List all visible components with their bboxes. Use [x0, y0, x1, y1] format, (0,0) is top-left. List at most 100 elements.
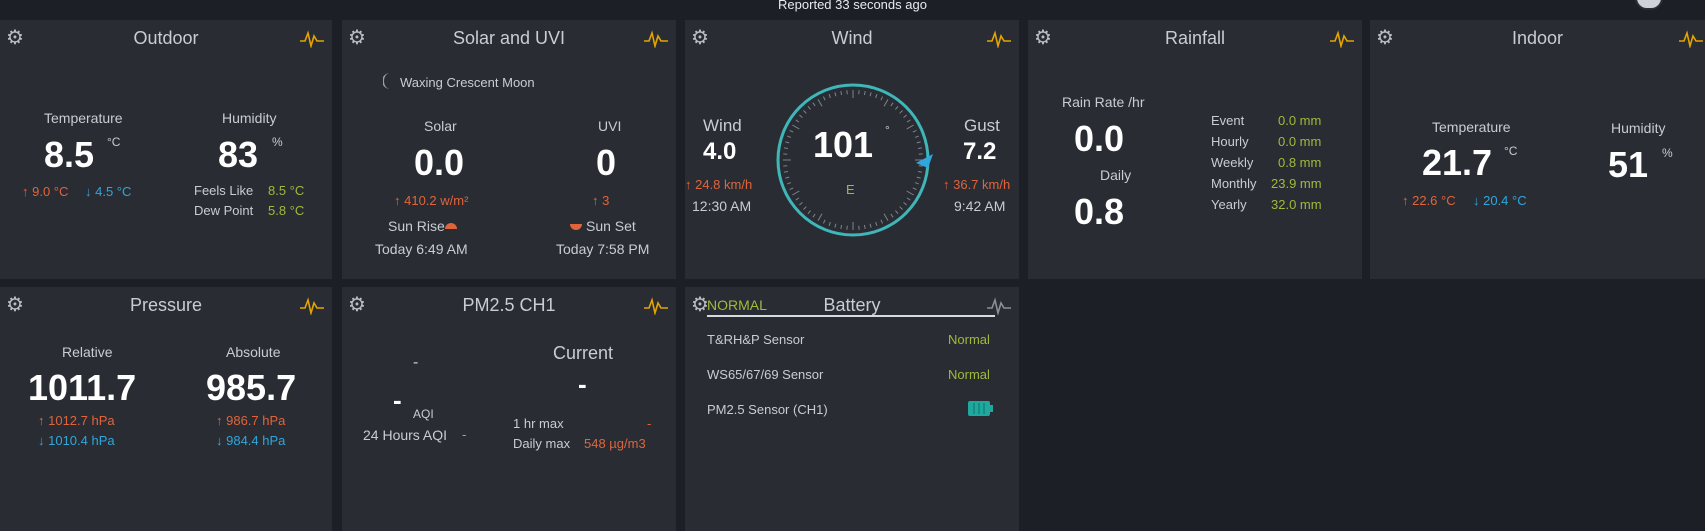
chart-pulse-icon[interactable]: [644, 30, 668, 48]
weekly-value: 0.8 mm: [1278, 155, 1322, 170]
current-label: Current: [553, 343, 614, 363]
humidity-label: Humidity: [1611, 120, 1666, 136]
hourly-value: 0.0 mm: [1278, 134, 1322, 149]
direction-value: 101: [813, 124, 874, 165]
gust-time: 9:42 AM: [954, 198, 1006, 214]
battery-status: NORMAL: [707, 297, 767, 313]
chart-pulse-icon[interactable]: [987, 30, 1011, 48]
gust-label: Gust: [964, 116, 1000, 135]
temp-unit: °C: [107, 135, 121, 149]
dew-point-value: 5.8 °C: [268, 203, 305, 218]
monthly-value: 23.9 mm: [1271, 176, 1322, 191]
daily-label: Daily: [1100, 167, 1132, 183]
card-title: Rainfall: [1164, 28, 1226, 48]
hr-max-value: -: [647, 416, 652, 431]
hourly-label: Hourly: [1211, 134, 1249, 149]
relative-high: ↑ 1012.7 hPa: [38, 413, 115, 428]
daily-max-label: Daily max: [513, 436, 571, 451]
gust-value: 7.2: [963, 138, 997, 165]
yearly-value: 32.0 mm: [1271, 197, 1322, 212]
sensor-label: WS65/67/69 Sensor: [707, 367, 824, 382]
relative-value: 1011.7: [28, 367, 137, 408]
chart-pulse-icon[interactable]: [1679, 30, 1703, 48]
humidity-unit: %: [272, 135, 283, 149]
aqi-top: -: [413, 354, 419, 371]
absolute-low: ↓ 984.4 hPa: [216, 433, 286, 448]
chart-pulse-icon[interactable]: [300, 30, 324, 48]
chart-pulse-icon[interactable]: [644, 297, 668, 315]
temp-high: ↑ 22.6 °C: [1402, 193, 1456, 208]
rainfall-card: ⚙ Rainfall Rain Rate /hr 0.0 Daily 0.8 E…: [1028, 20, 1362, 279]
temp-low: ↓ 20.4 °C: [1473, 193, 1527, 208]
temp-low: ↓ 4.5 °C: [85, 184, 132, 199]
solar-card: ⚙ Solar and UVI Waxing Crescent Moon Sol…: [342, 20, 676, 279]
weekly-label: Weekly: [1211, 155, 1254, 170]
absolute-label: Absolute: [226, 344, 281, 360]
battery-card: ⚙ Battery NORMAL T&RH&P Sensor Normal WS…: [685, 287, 1019, 531]
wind-max: ↑ 24.8 km/h: [685, 177, 753, 192]
card-title: Outdoor: [133, 28, 199, 48]
solar-label: Solar: [424, 118, 457, 134]
chart-pulse-icon[interactable]: [987, 297, 1011, 315]
monthly-label: Monthly: [1211, 176, 1257, 191]
aqi24-label: 24 Hours AQI: [363, 427, 448, 443]
humidity-label: Humidity: [222, 110, 277, 126]
uvi-value: 0: [596, 142, 617, 183]
card-title: Pressure: [129, 295, 203, 315]
absolute-value: 985.7: [206, 367, 297, 408]
battery-icon: [968, 401, 993, 416]
humidity-unit: %: [1662, 146, 1673, 160]
uvi-label: UVI: [598, 118, 622, 134]
card-title: PM2.5 CH1: [462, 295, 556, 315]
chart-pulse-icon[interactable]: [300, 297, 324, 315]
wind-time: 12:30 AM: [692, 198, 752, 214]
event-label: Event: [1211, 113, 1245, 128]
relative-label: Relative: [62, 344, 113, 360]
indoor-card: ⚙ Indoor Temperature 21.7 °C ↑ 22.6 °C ↓…: [1370, 20, 1705, 279]
wind-direction-arrow: [916, 154, 933, 168]
event-value: 0.0 mm: [1278, 113, 1322, 128]
outdoor-card: ⚙ Outdoor Temperature 8.5 °C ↑ 9.0 °C ↓ …: [0, 20, 332, 279]
temp-label: Temperature: [1432, 119, 1511, 135]
solar-max: ↑ 410.2 w/m²: [394, 193, 469, 208]
top-bar: Reported 33 seconds ago: [0, 0, 1705, 14]
daily-max-value: 548 µg/m3: [584, 436, 646, 451]
sunrise-icon: [445, 223, 457, 229]
card-title: Solar and UVI: [452, 28, 566, 48]
card-title: Wind: [831, 28, 873, 48]
daily-value: 0.8: [1074, 191, 1125, 232]
feels-like-value: 8.5 °C: [268, 183, 305, 198]
aqi-label: AQI: [413, 407, 434, 421]
chart-pulse-icon[interactable]: [1330, 30, 1354, 48]
yearly-label: Yearly: [1211, 197, 1247, 212]
dew-point-label: Dew Point: [194, 203, 254, 218]
direction-unit: °: [885, 123, 890, 137]
temp-value: 8.5: [44, 134, 95, 175]
wind-value: 4.0: [703, 138, 737, 165]
solar-value: 0.0: [414, 142, 465, 183]
humidity-value: 51: [1608, 144, 1649, 185]
pressure-card: ⚙ Pressure Relative 1011.7 ↑ 1012.7 hPa …: [0, 287, 332, 531]
temp-label: Temperature: [44, 110, 123, 126]
wind-label: Wind: [703, 116, 742, 135]
temp-high: ↑ 9.0 °C: [22, 184, 69, 199]
pm25-card: ⚙ PM2.5 CH1 - - AQI 24 Hours AQI - Curre…: [342, 287, 676, 531]
moon-icon: [383, 73, 390, 89]
temp-unit: °C: [1504, 144, 1518, 158]
sensor-label: PM2.5 Sensor (CH1): [707, 402, 828, 417]
gust-max: ↑ 36.7 km/h: [943, 177, 1011, 192]
temp-value: 21.7: [1422, 142, 1493, 183]
aqi-value: -: [393, 385, 402, 415]
hr-max-label: 1 hr max: [513, 416, 564, 431]
sunset-label: Sun Set: [586, 218, 636, 234]
absolute-high: ↑ 986.7 hPa: [216, 413, 286, 428]
sunrise-time: Today 6:49 AM: [375, 241, 468, 257]
feels-like-label: Feels Like: [194, 183, 254, 198]
sunset-icon: [570, 224, 582, 230]
relative-low: ↓ 1010.4 hPa: [38, 433, 115, 448]
wind-card: ⚙ Wind Wind 4.0 ↑ 24.8 km/h 12:30 AM 101…: [685, 20, 1019, 279]
current-value: -: [578, 369, 587, 399]
divider: [707, 315, 995, 317]
direction-cardinal: E: [846, 182, 855, 197]
uvi-max: ↑ 3: [592, 193, 610, 208]
